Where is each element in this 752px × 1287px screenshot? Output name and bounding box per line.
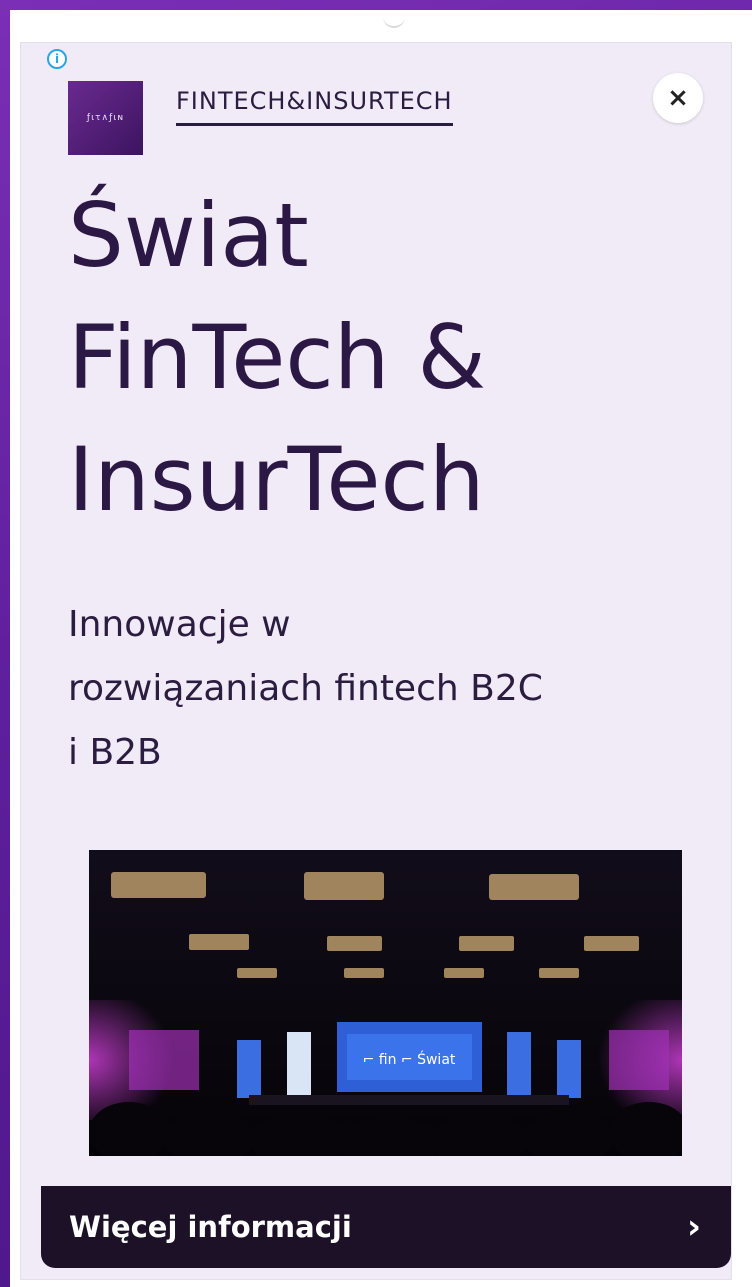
more-info-label: Więcej informacji xyxy=(69,1210,352,1244)
description-line: i B2B xyxy=(68,732,162,773)
advertiser-logo[interactable]: ƒιτ∧ƒιɴ xyxy=(68,81,143,155)
headline[interactable]: Świat FinTech & InsurTech xyxy=(68,175,708,541)
loading-indicator xyxy=(383,16,405,28)
info-icon[interactable]: i xyxy=(47,49,67,69)
ad-card[interactable]: i ƒιτ∧ƒιɴ FINTECH&INSURTECH × Świat FinT… xyxy=(20,42,732,1280)
conference-hall-image: ⌐ fin ⌐ Świat xyxy=(89,850,682,1156)
headline-line: Świat xyxy=(68,184,309,287)
headline-line: FinTech & xyxy=(68,306,487,409)
top-strip xyxy=(10,10,752,32)
chevron-right-icon: › xyxy=(686,1207,701,1247)
logo-mark: ƒιτ∧ƒιɴ xyxy=(86,113,125,123)
close-button[interactable]: × xyxy=(653,73,703,123)
more-info-button[interactable]: Więcej informacji › xyxy=(41,1186,731,1268)
svg-text:⌐ fin ⌐ Świat: ⌐ fin ⌐ Świat xyxy=(363,1050,456,1068)
close-icon: × xyxy=(667,83,689,113)
ad-image[interactable]: ⌐ fin ⌐ Świat xyxy=(89,850,682,1156)
description-line: rozwiązaniach fintech B2C xyxy=(68,668,543,709)
advertiser-name[interactable]: FINTECH&INSURTECH xyxy=(176,87,453,126)
description-line: Innowacje w xyxy=(68,604,291,645)
description: Innowacje w rozwiązaniach fintech B2C i … xyxy=(68,593,708,785)
headline-line: InsurTech xyxy=(68,428,485,531)
